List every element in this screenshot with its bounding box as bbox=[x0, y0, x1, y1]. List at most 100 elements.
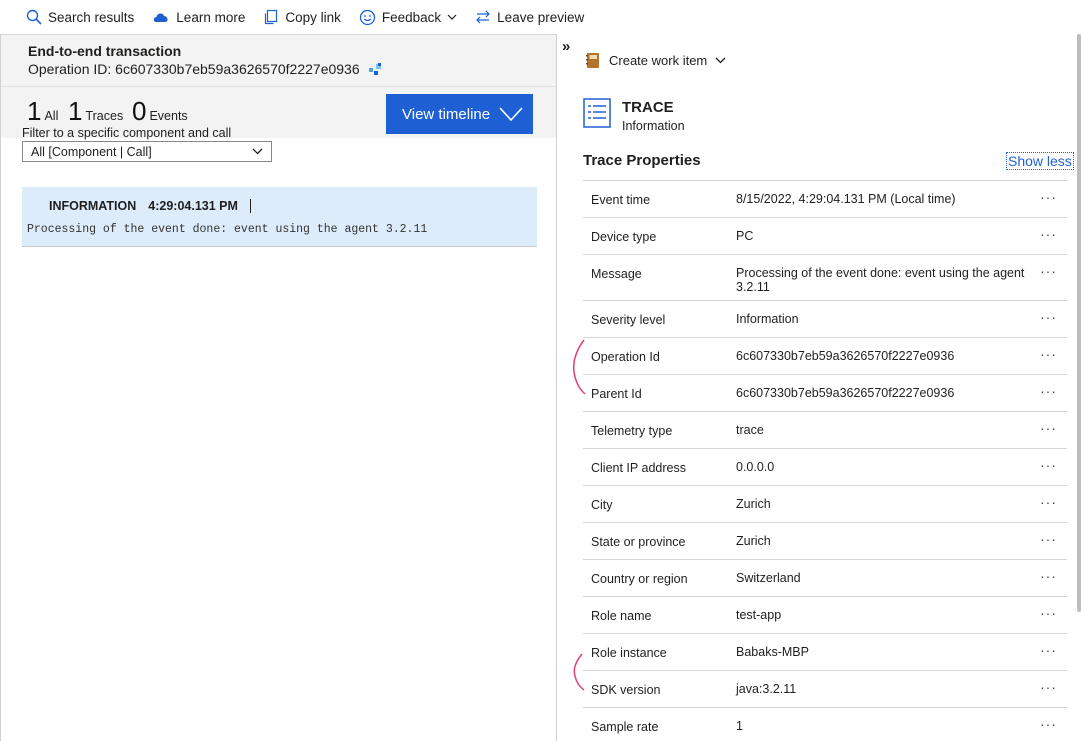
more-options-button[interactable]: ··· bbox=[1040, 679, 1057, 695]
filter-label: Filter to a specific component and call bbox=[22, 126, 232, 140]
trace-item-time: 4:29:04.131 PM bbox=[148, 199, 238, 213]
transaction-header: End-to-end transaction Operation ID: 6c6… bbox=[1, 34, 556, 86]
property-row: Operation Id 6c607330b7eb59a3626570f2227e… bbox=[583, 338, 1067, 375]
operation-id-row: Operation ID: 6c607330b7eb59a3626570f222… bbox=[28, 61, 556, 77]
property-key: Message bbox=[591, 267, 642, 281]
property-row: Client IP address 0.0.0.0 ··· bbox=[583, 449, 1067, 486]
property-row: Severity level Information ··· bbox=[583, 301, 1067, 338]
property-value: Processing of the event done: event usin… bbox=[736, 266, 1025, 294]
create-work-item-button[interactable]: Create work item bbox=[585, 52, 726, 69]
search-results-label: Search results bbox=[48, 9, 135, 25]
more-options-button[interactable]: ··· bbox=[1040, 189, 1057, 205]
property-row: Country or region Switzerland ··· bbox=[583, 560, 1067, 597]
cloud-icon bbox=[154, 13, 168, 22]
count-all-label: All bbox=[44, 109, 59, 123]
annotation-bracket bbox=[573, 653, 585, 691]
scrollbar[interactable] bbox=[1077, 34, 1081, 612]
create-work-item-label: Create work item bbox=[609, 53, 708, 68]
property-row: Sample rate 1 ··· bbox=[583, 708, 1067, 741]
chevron-down-icon bbox=[252, 148, 263, 155]
more-options-button[interactable]: ··· bbox=[1040, 383, 1057, 399]
more-options-button[interactable]: ··· bbox=[1040, 494, 1057, 510]
trace-list-icon bbox=[583, 98, 611, 128]
property-key: Severity level bbox=[591, 313, 666, 327]
count-all-number: 1 bbox=[27, 96, 42, 126]
property-value: 8/15/2022, 4:29:04.131 PM (Local time) bbox=[736, 192, 956, 206]
property-value: Zurich bbox=[736, 497, 771, 511]
leave-preview-button[interactable]: Leave preview bbox=[475, 9, 584, 25]
property-key: Telemetry type bbox=[591, 424, 673, 438]
more-options-button[interactable]: ··· bbox=[1040, 420, 1057, 436]
more-options-button[interactable]: ··· bbox=[1040, 226, 1057, 242]
chevron-down-icon bbox=[499, 107, 523, 122]
property-row: Role name test-app ··· bbox=[583, 597, 1067, 634]
property-row: State or province Zurich ··· bbox=[583, 523, 1067, 560]
property-key: State or province bbox=[591, 535, 686, 549]
trace-type-subtitle: Information bbox=[622, 119, 685, 133]
notebook-icon bbox=[586, 53, 599, 68]
search-results-button[interactable]: Search results bbox=[26, 9, 134, 25]
property-value: Zurich bbox=[736, 534, 771, 548]
property-key: SDK version bbox=[591, 683, 661, 697]
more-options-button[interactable]: ··· bbox=[1040, 531, 1057, 547]
more-options-button[interactable]: ··· bbox=[1040, 309, 1057, 325]
property-key: Sample rate bbox=[591, 720, 659, 734]
property-value: 1 bbox=[736, 719, 743, 733]
more-options-button[interactable]: ··· bbox=[1040, 346, 1057, 362]
learn-more-button[interactable]: Learn more bbox=[152, 10, 245, 25]
smiley-icon bbox=[359, 9, 376, 25]
property-value: 0.0.0.0 bbox=[736, 460, 775, 474]
app-map-icon[interactable] bbox=[368, 62, 383, 76]
chevron-down-icon bbox=[715, 57, 726, 64]
search-icon bbox=[26, 9, 42, 25]
property-key: Parent Id bbox=[591, 387, 642, 401]
text-cursor bbox=[249, 199, 251, 213]
property-key: Country or region bbox=[591, 572, 688, 586]
transaction-title: End-to-end transaction bbox=[28, 43, 182, 59]
more-options-button[interactable]: ··· bbox=[1040, 642, 1057, 658]
property-row: Telemetry type trace ··· bbox=[583, 412, 1067, 449]
operation-id-text: Operation ID: 6c607330b7eb59a3626570f222… bbox=[28, 61, 360, 77]
property-value: java:3.2.11 bbox=[736, 682, 797, 696]
property-row: Device type PC ··· bbox=[583, 218, 1067, 255]
component-filter-dropdown[interactable]: All [Component | Call] bbox=[22, 141, 272, 162]
property-key: Role name bbox=[591, 609, 652, 623]
count-events-label: Events bbox=[149, 109, 188, 123]
more-options-button[interactable]: ··· bbox=[1040, 457, 1057, 473]
more-options-button[interactable]: ··· bbox=[1040, 716, 1057, 732]
property-key: Operation Id bbox=[591, 350, 660, 364]
property-value: 6c607330b7eb59a3626570f2227e0936 bbox=[736, 349, 955, 363]
count-events[interactable]: 0 Events bbox=[132, 97, 188, 125]
property-row: SDK version java:3.2.11 ··· bbox=[583, 671, 1067, 708]
feedback-label: Feedback bbox=[381, 9, 442, 25]
show-less-link[interactable]: Show less bbox=[1006, 152, 1074, 170]
property-row: Parent Id 6c607330b7eb59a3626570f2227e093… bbox=[583, 375, 1067, 412]
count-all[interactable]: 1 All bbox=[27, 97, 58, 125]
more-options-button[interactable]: ··· bbox=[1040, 568, 1057, 584]
trace-properties-title: Trace Properties bbox=[583, 152, 701, 169]
copy-link-label: Copy link bbox=[285, 9, 341, 25]
chevron-down-icon bbox=[447, 14, 457, 20]
count-traces-label: Traces bbox=[85, 109, 124, 123]
more-options-button[interactable]: ··· bbox=[1040, 605, 1057, 621]
properties-table: Event time 8/15/2022, 4:29:04.131 PM (Loc… bbox=[583, 180, 1067, 741]
copy-icon bbox=[265, 9, 278, 25]
property-row: Message Processing of the event done: eve… bbox=[583, 255, 1067, 301]
property-row: Event time 8/15/2022, 4:29:04.131 PM (Loc… bbox=[583, 181, 1067, 218]
copy-link-button[interactable]: Copy link bbox=[263, 9, 341, 25]
view-timeline-label: View timeline bbox=[402, 105, 491, 123]
collapse-panel-button[interactable]: » bbox=[562, 38, 570, 55]
feedback-button[interactable]: Feedback bbox=[359, 9, 457, 26]
trace-header: TRACE Information bbox=[583, 98, 685, 133]
trace-list-item[interactable]: INFORMATION 4:29:04.131 PM Processing of… bbox=[22, 187, 537, 247]
count-traces[interactable]: 1 Traces bbox=[68, 97, 123, 125]
count-events-number: 0 bbox=[132, 96, 147, 126]
swap-icon bbox=[476, 10, 491, 24]
view-timeline-button[interactable]: View timeline bbox=[386, 94, 533, 134]
annotation-bracket bbox=[572, 339, 586, 395]
learn-more-label: Learn more bbox=[176, 9, 246, 25]
property-key: Device type bbox=[591, 230, 657, 244]
more-options-button[interactable]: ··· bbox=[1040, 263, 1057, 279]
trace-item-level: INFORMATION bbox=[49, 199, 137, 213]
property-value: trace bbox=[736, 423, 764, 437]
